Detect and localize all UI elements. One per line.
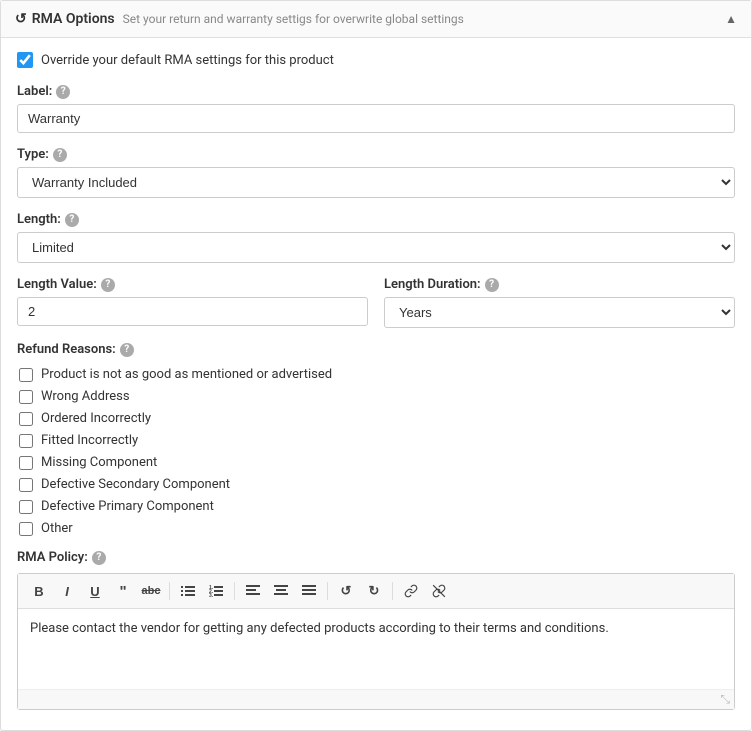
type-help-icon[interactable]: ? [53, 148, 67, 162]
resize-handle: ⤡ [720, 692, 730, 707]
reason-item-7: Defective Primary Component [17, 499, 735, 514]
reason-item-6: Defective Secondary Component [17, 477, 735, 492]
reason-label-3: Ordered Incorrectly [41, 411, 151, 426]
length-duration-group: Length Duration: ? Days Weeks Months Yea… [384, 277, 735, 328]
length-value-duration-row: Length Value: ? Length Duration: ? Days … [17, 277, 735, 328]
label-input[interactable] [17, 104, 735, 133]
reason-checkbox-1[interactable] [19, 368, 33, 382]
panel-title-text: RMA Options [32, 11, 115, 27]
panel-header-left: ↺ RMA Options Set your return and warran… [15, 11, 464, 27]
override-checkbox[interactable] [17, 52, 33, 68]
collapse-icon[interactable]: ▲ [725, 12, 737, 26]
unordered-list-button[interactable] [175, 579, 201, 603]
panel-title: ↺ RMA Options [15, 11, 115, 27]
toolbar-sep-3 [327, 582, 328, 600]
rma-policy-label: RMA Policy: ? [17, 550, 735, 565]
ordered-list-button[interactable]: 1. 2. 3. [203, 579, 229, 603]
reason-label-2: Wrong Address [41, 389, 130, 404]
reason-item-8: Other [17, 521, 735, 536]
refund-reasons-help-icon[interactable]: ? [120, 343, 134, 357]
reason-label-4: Fitted Incorrectly [41, 433, 138, 448]
rma-policy-section: RMA Policy: ? B I U " abc [17, 550, 735, 710]
reason-checkbox-5[interactable] [19, 456, 33, 470]
type-select[interactable]: Warranty Included No Warranty Exchange O… [17, 167, 735, 198]
length-duration-select[interactable]: Days Weeks Months Years [384, 297, 735, 328]
rma-policy-help-icon[interactable]: ? [92, 551, 106, 565]
reason-checkbox-7[interactable] [19, 500, 33, 514]
label-group: Label: ? [17, 84, 735, 133]
panel-body: Override your default RMA settings for t… [1, 38, 751, 724]
redo-button[interactable]: ↻ [361, 579, 387, 603]
length-value-label-text: Length Value: [17, 277, 97, 292]
type-field-label-text: Type: [17, 147, 49, 162]
reason-item-4: Fitted Incorrectly [17, 433, 735, 448]
type-group: Type: ? Warranty Included No Warranty Ex… [17, 147, 735, 198]
length-duration-label: Length Duration: ? [384, 277, 735, 292]
length-group: Length: ? Limited Lifetime Unlimited [17, 212, 735, 263]
reason-label-5: Missing Component [41, 455, 157, 470]
reason-item-3: Ordered Incorrectly [17, 411, 735, 426]
rma-icon: ↺ [15, 11, 27, 27]
panel-subtitle: Set your return and warranty settigs for… [123, 12, 464, 26]
reason-item-1: Product is not as good as mentioned or a… [17, 367, 735, 382]
type-field-label: Type: ? [17, 147, 735, 162]
link-button[interactable] [398, 579, 424, 603]
rma-policy-label-text: RMA Policy: [17, 550, 88, 565]
italic-button[interactable]: I [54, 579, 80, 603]
underline-button[interactable]: U [82, 579, 108, 603]
reason-item-5: Missing Component [17, 455, 735, 470]
reason-checkbox-8[interactable] [19, 522, 33, 536]
length-help-icon[interactable]: ? [65, 213, 79, 227]
reason-checkbox-6[interactable] [19, 478, 33, 492]
reason-item-2: Wrong Address [17, 389, 735, 404]
reason-checkbox-2[interactable] [19, 390, 33, 404]
refund-reasons-label-text: Refund Reasons: [17, 342, 116, 357]
toolbar-sep-4 [392, 582, 393, 600]
length-value-label: Length Value: ? [17, 277, 368, 292]
blockquote-button[interactable]: " [110, 579, 136, 603]
rma-policy-content[interactable]: Please contact the vendor for getting an… [18, 609, 734, 689]
editor-wrapper: B I U " abc [17, 573, 735, 710]
length-value-help-icon[interactable]: ? [101, 278, 115, 292]
refund-reasons-section: Refund Reasons: ? Product is not as good… [17, 342, 735, 536]
length-field-label-text: Length: [17, 212, 61, 227]
label-field-label-text: Label: [17, 84, 52, 99]
editor-footer: ⤡ [18, 689, 734, 709]
label-help-icon[interactable]: ? [56, 85, 70, 99]
length-select[interactable]: Limited Lifetime Unlimited [17, 232, 735, 263]
length-field-label: Length: ? [17, 212, 735, 227]
undo-button[interactable]: ↺ [333, 579, 359, 603]
label-field-label: Label: ? [17, 84, 735, 99]
refund-reasons-label: Refund Reasons: ? [17, 342, 735, 357]
align-justify-button[interactable] [296, 579, 322, 603]
unlink-button[interactable] [426, 579, 452, 603]
override-row: Override your default RMA settings for t… [17, 52, 735, 68]
length-value-input[interactable] [17, 297, 368, 326]
reason-label-7: Defective Primary Component [41, 499, 214, 514]
reason-label-6: Defective Secondary Component [41, 477, 230, 492]
length-value-group: Length Value: ? [17, 277, 368, 328]
toolbar-sep-2 [234, 582, 235, 600]
editor-toolbar: B I U " abc [18, 574, 734, 609]
reason-checkbox-3[interactable] [19, 412, 33, 426]
reason-checkbox-4[interactable] [19, 434, 33, 448]
strikethrough-button[interactable]: abc [138, 579, 164, 603]
length-duration-label-text: Length Duration: [384, 277, 481, 292]
reason-label-8: Other [41, 521, 73, 536]
length-duration-help-icon[interactable]: ? [485, 278, 499, 292]
override-label: Override your default RMA settings for t… [41, 53, 334, 68]
toolbar-sep-1 [169, 582, 170, 600]
align-left-button[interactable] [240, 579, 266, 603]
svg-text:3.: 3. [209, 593, 214, 598]
bold-button[interactable]: B [26, 579, 52, 603]
align-center-button[interactable] [268, 579, 294, 603]
panel-header: ↺ RMA Options Set your return and warran… [1, 1, 751, 38]
reason-label-1: Product is not as good as mentioned or a… [41, 367, 332, 382]
rma-options-panel: ↺ RMA Options Set your return and warran… [0, 0, 752, 731]
